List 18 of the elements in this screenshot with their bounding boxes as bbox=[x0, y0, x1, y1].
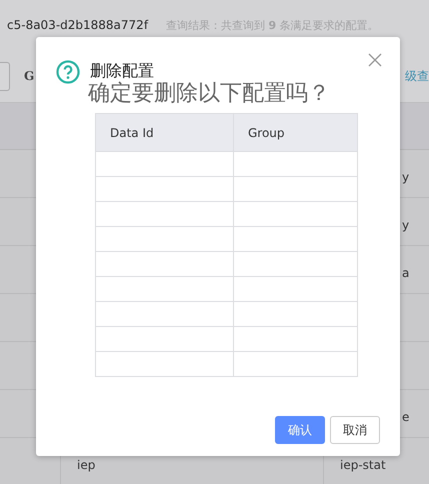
dialog-title: 删除配置 bbox=[90, 61, 155, 81]
config-id: c5-8a03-d2b1888a772f bbox=[7, 18, 148, 32]
advanced-search-link[interactable]: 级查 bbox=[405, 68, 429, 84]
table-cell: iep bbox=[77, 458, 96, 472]
cancel-button[interactable]: 取消 bbox=[330, 416, 380, 444]
table-cell: iep-stat bbox=[340, 458, 386, 472]
dialog-message: 确定要删除以下配置吗？ bbox=[88, 81, 330, 107]
search-label: G bbox=[24, 69, 34, 83]
table-cell: e bbox=[402, 410, 410, 424]
table-cell: a bbox=[402, 266, 410, 280]
table-cell: y bbox=[402, 170, 410, 184]
column-header: Data Id bbox=[110, 126, 154, 140]
confirm-button[interactable]: 确认 bbox=[275, 416, 325, 444]
search-field[interactable] bbox=[0, 62, 10, 90]
column-header: Group bbox=[248, 126, 285, 140]
question-icon bbox=[56, 60, 80, 84]
close-button[interactable] bbox=[366, 51, 384, 69]
table-cell: y bbox=[402, 218, 410, 232]
